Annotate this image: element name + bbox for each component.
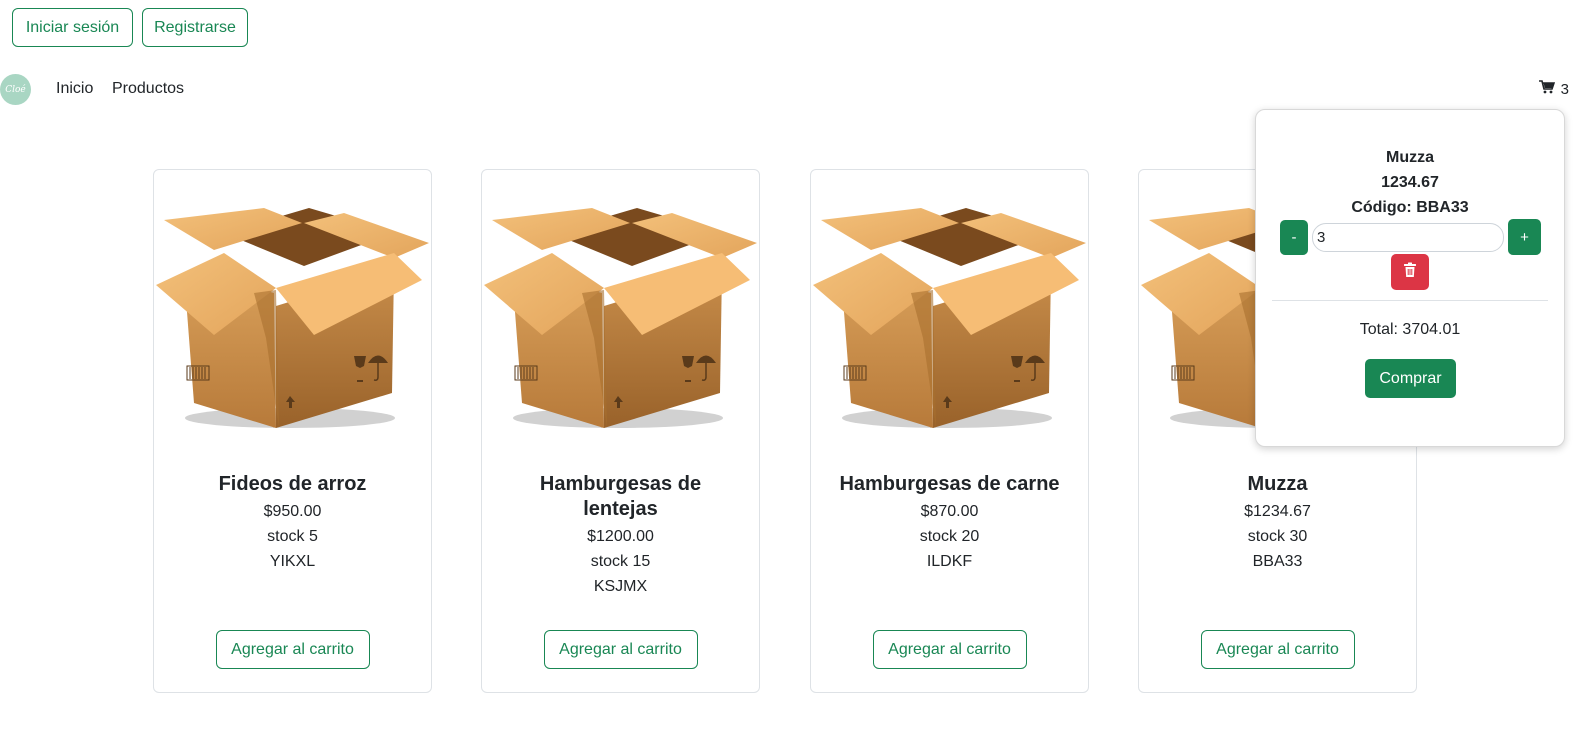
product-stock: stock 5 [267, 528, 318, 545]
add-to-cart-button[interactable]: Agregar al carrito [872, 630, 1027, 669]
product-code: YIKXL [269, 553, 316, 570]
product-name: Fideos de arroz [218, 473, 367, 495]
increment-button[interactable]: + [1508, 219, 1541, 255]
divider [1272, 300, 1548, 301]
product-price: $870.00 [920, 503, 979, 520]
cart-item-name: Muzza [1386, 149, 1434, 166]
add-to-cart-button[interactable]: Agregar al carrito [215, 630, 370, 669]
cart-total: Total: 3704.01 [1359, 321, 1461, 338]
product-code: ILDKF [926, 553, 973, 570]
buy-button[interactable]: Comprar [1365, 359, 1456, 398]
product-name: Hamburgesas de lentejas [539, 473, 702, 520]
login-button[interactable]: Iniciar sesión [12, 8, 133, 47]
decrement-button[interactable]: - [1280, 220, 1308, 255]
cart-button[interactable]: 3 [1538, 80, 1569, 98]
cart-item-price: 1234.67 [1381, 174, 1439, 191]
auth-bar: Iniciar sesión Registrarse [12, 8, 248, 47]
add-to-cart-button[interactable]: Agregar al carrito [543, 630, 698, 669]
product-image [154, 188, 431, 429]
logo[interactable]: Cloé [0, 74, 31, 105]
register-button[interactable]: Registrarse [142, 8, 248, 47]
product-name: Muzza [1247, 473, 1308, 495]
product-card: Hamburgesas de lentejas $1200.00 stock 1… [481, 169, 760, 693]
nav-link-inicio[interactable]: Inicio [56, 80, 93, 98]
product-card: Hamburgesas de carne $870.00 stock 20 IL… [810, 169, 1089, 693]
product-code: KSJMX [593, 578, 648, 595]
product-stock: stock 20 [919, 528, 980, 545]
product-stock: stock 15 [590, 553, 651, 570]
product-price: $1200.00 [587, 528, 654, 545]
trash-icon [1403, 262, 1417, 283]
product-image [811, 188, 1088, 429]
product-price: $950.00 [263, 503, 322, 520]
product-name: Hamburgesas de carne [839, 473, 1060, 495]
remove-item-button[interactable] [1391, 254, 1429, 290]
nav-link-productos[interactable]: Productos [112, 80, 184, 98]
product-image [482, 188, 759, 429]
navbar: Cloé Inicio Productos 3 [0, 72, 1581, 108]
product-code: BBA33 [1252, 553, 1303, 570]
cart-item-code: Código: BBA33 [1351, 199, 1469, 216]
cart-count: 3 [1560, 80, 1569, 98]
product-stock: stock 30 [1247, 528, 1308, 545]
quantity-input[interactable] [1312, 223, 1504, 252]
product-card: Fideos de arroz $950.00 stock 5 YIKXL Ag… [153, 169, 432, 693]
cart-popover: Muzza 1234.67 Código: BBA33 - + Total: 3… [1255, 109, 1565, 447]
product-price: $1234.67 [1244, 503, 1311, 520]
add-to-cart-button[interactable]: Agregar al carrito [1200, 630, 1355, 669]
cart-icon [1538, 80, 1555, 98]
